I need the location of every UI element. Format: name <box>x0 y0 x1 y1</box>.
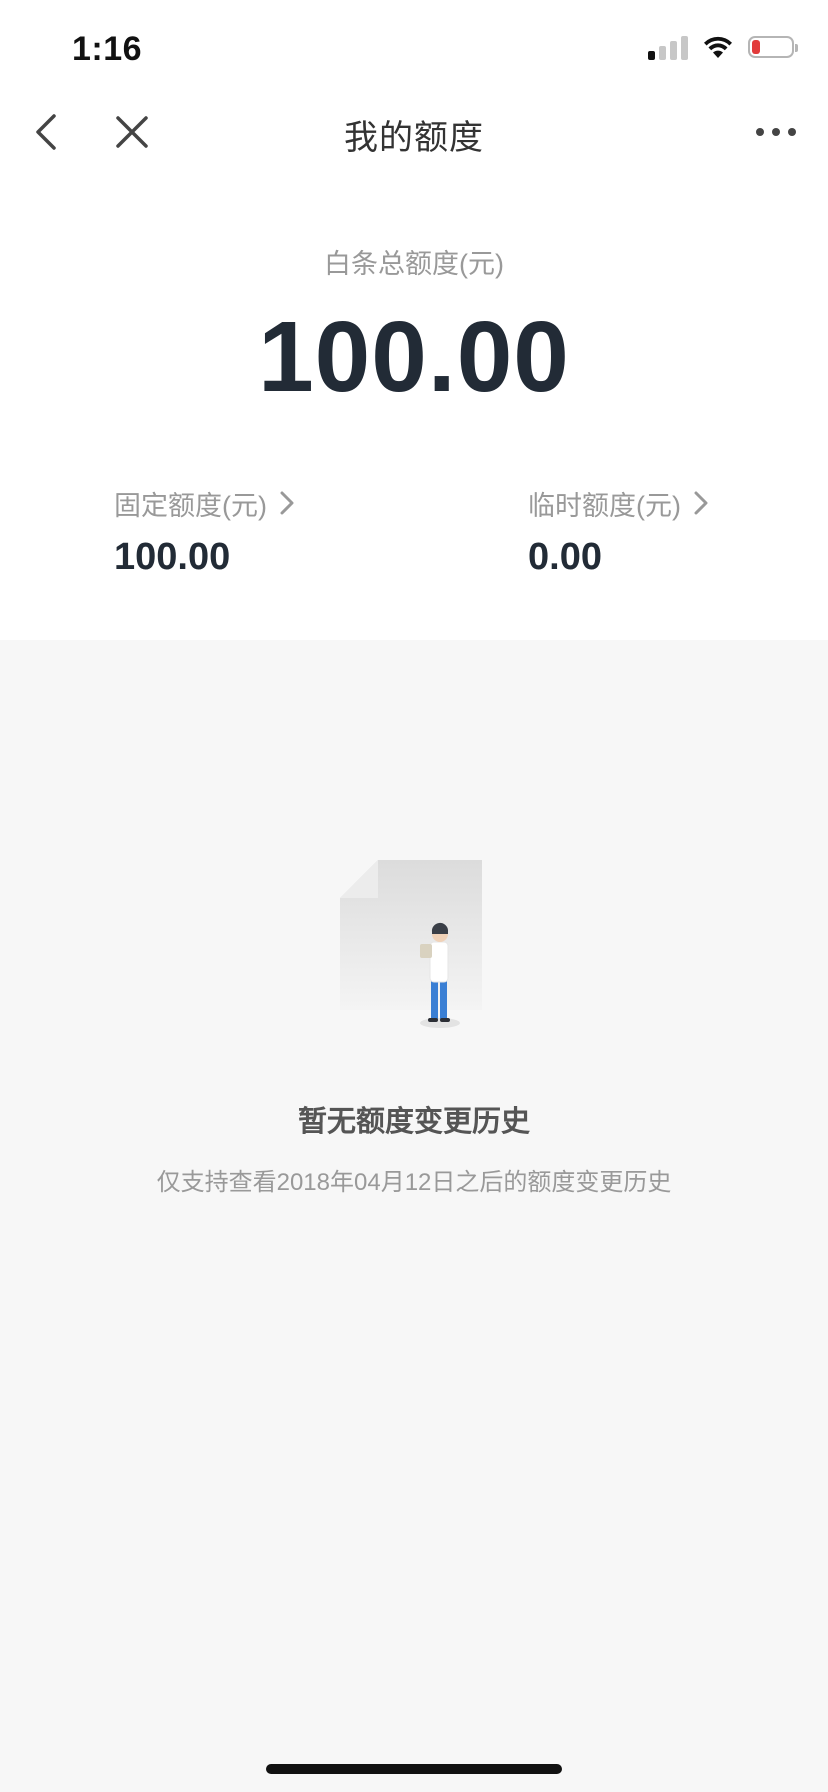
empty-state-title: 暂无额度变更历史 <box>297 1106 530 1138</box>
wifi-icon <box>704 36 732 58</box>
fixed-credit-value: 100.00 <box>114 536 231 578</box>
credit-limit-page: 1:16 我的额度 白条总额度(元) 100.00 固定额度(元) 100.00… <box>0 0 828 1792</box>
more-horizontal-icon[interactable] <box>748 108 804 156</box>
total-credit-label: 白条总额度(元) <box>324 249 504 279</box>
fixed-credit-label-row: 固定额度(元) <box>114 484 374 522</box>
page-title: 我的额度 <box>344 119 484 157</box>
battery-level <box>752 40 760 54</box>
home-indicator[interactable] <box>266 1764 562 1774</box>
fixed-credit-item[interactable]: 固定额度(元) 100.00 <box>114 484 374 579</box>
temporary-credit-label: 临时额度(元) <box>528 490 681 521</box>
total-credit-amount: 100.00 <box>258 301 570 413</box>
temporary-credit-value: 0.00 <box>528 536 602 578</box>
chevron-right-icon <box>277 489 297 517</box>
cellular-signal-icon <box>648 34 688 60</box>
status-time: 1:16 <box>72 30 143 68</box>
chevron-right-icon <box>691 489 711 517</box>
temporary-credit-item[interactable]: 临时额度(元) 0.00 <box>528 484 788 579</box>
status-indicators <box>648 34 798 60</box>
empty-state-description: 仅支持查看2018年04月12日之后的额度变更历史 <box>156 1169 672 1196</box>
temporary-credit-label-row: 临时额度(元) <box>528 484 788 522</box>
navigation-bar: 我的额度 <box>0 96 828 168</box>
fixed-credit-label: 固定额度(元) <box>114 490 267 521</box>
battery-icon <box>748 36 798 58</box>
credit-summary-section: 1:16 我的额度 白条总额度(元) 100.00 固定额度(元) 100.00… <box>0 0 828 640</box>
empty-document-person-icon <box>338 860 488 1035</box>
